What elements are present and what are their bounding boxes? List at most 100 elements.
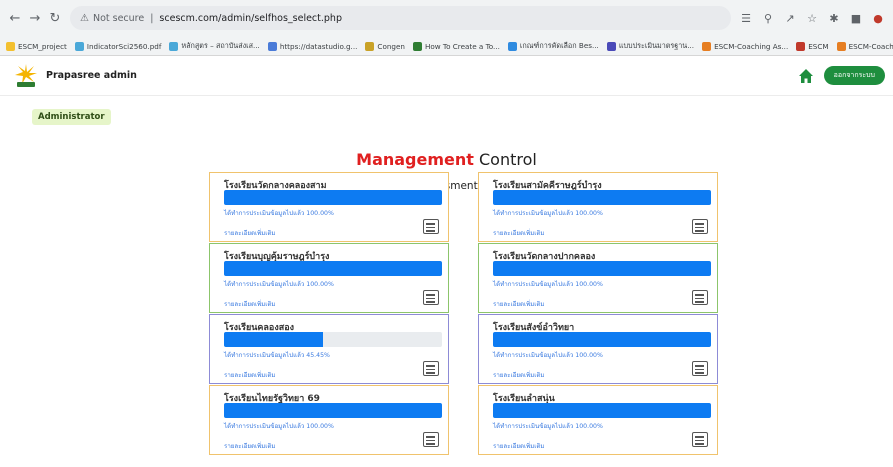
bookmark-item[interactable]: IndicatorSci2560.pdf	[74, 41, 162, 51]
brand-name: Prapasree admin	[46, 70, 137, 81]
page-title-accent: Management	[356, 150, 474, 169]
bookmark-item[interactable]: ESCM	[796, 41, 829, 51]
browser-chrome: ← → ↻ ⚠ Not secure | scescm.com/admin/se…	[0, 0, 893, 56]
bookmark-favicon-icon	[702, 41, 712, 51]
home-icon[interactable]	[798, 68, 814, 84]
address-bar[interactable]: ⚠ Not secure | scescm.com/admin/selfhos_…	[70, 6, 731, 30]
bookmark-item[interactable]: ESCM-Coaching As...	[836, 41, 893, 51]
progress-bar	[224, 190, 442, 205]
progress-status: ได้ทำการประเมินข้อมูลไปแล้ว 100.00%	[224, 281, 334, 288]
bookmark-item[interactable]: How To Create a To...	[412, 41, 500, 51]
school-card: โรงเรียนสังข์อำวิทยา ได้ทำการประเมินข้อมู…	[478, 314, 718, 384]
list-icon[interactable]	[692, 432, 708, 447]
more-details-link[interactable]: รายละเอียดเพิ่มเติม	[224, 299, 276, 309]
more-details-link[interactable]: รายละเอียดเพิ่มเติม	[493, 441, 545, 451]
school-card: โรงเรียนไทยรัฐวิทยา 69 ได้ทำการประเมินข้อ…	[209, 385, 449, 455]
bookmark-item[interactable]: Congen	[365, 41, 405, 51]
bookmark-label: แบบประเมินมาตรฐาน...	[618, 40, 695, 50]
progress-status: ได้ทำการประเมินข้อมูลไปแล้ว 100.00%	[493, 281, 603, 288]
progress-fill	[224, 332, 324, 347]
page-title: Management Control	[0, 150, 893, 169]
reload-icon[interactable]: ↻	[46, 9, 64, 27]
bookmark-label: ESCM	[808, 41, 829, 51]
list-icon[interactable]	[692, 361, 708, 376]
progress-fill	[493, 403, 711, 418]
list-icon[interactable]	[423, 432, 439, 447]
share-icon[interactable]: ↗	[783, 12, 797, 25]
bookmark-favicon-icon	[412, 41, 422, 51]
bookmark-favicon-icon	[796, 41, 806, 51]
not-secure-label: Not secure	[92, 12, 145, 24]
more-details-link[interactable]: รายละเอียดเพิ่มเติม	[493, 299, 545, 309]
bookmark-item[interactable]: ESCM_project	[6, 41, 67, 51]
logout-button[interactable]: ออกจากระบบ	[823, 66, 885, 85]
progress-bar	[493, 261, 711, 276]
bookmark-favicon-icon	[74, 41, 84, 51]
school-card: โรงเรียนสามัคคีราษฎร์บำรุง ได้ทำการประเมิ…	[478, 172, 718, 242]
bookmark-item[interactable]: ESCM-Coaching As...	[702, 41, 788, 51]
bookmark-label: How To Create a To...	[424, 41, 500, 51]
bookmark-favicon-icon	[267, 41, 277, 51]
progress-status: ได้ทำการประเมินข้อมูลไปแล้ว 100.00%	[493, 352, 603, 359]
progress-status: ได้ทำการประเมินข้อมูลไปแล้ว 100.00%	[493, 210, 603, 217]
school-card: โรงเรียนบุญคุ้มราษฎร์บำรุง ได้ทำการประเมิ…	[209, 243, 449, 313]
bookmark-label: ESCM_project	[18, 41, 67, 51]
browser-toolbar: ← → ↻ ⚠ Not secure | scescm.com/admin/se…	[0, 0, 893, 36]
progress-bar	[493, 403, 711, 418]
bookmark-favicon-icon	[365, 41, 375, 51]
forward-icon[interactable]: →	[26, 9, 44, 27]
page-title-rest: Control	[473, 150, 537, 169]
sidepanel-icon[interactable]: ■	[849, 12, 863, 25]
bookmark-label: ESCM-Coaching As...	[848, 41, 893, 51]
progress-status: ได้ทำการประเมินข้อมูลไปแล้ว 100.00%	[224, 210, 334, 217]
school-card: โรงเรียนคลองสอง ได้ทำการประเมินข้อมูลไปแล…	[209, 314, 449, 384]
warning-icon: ⚠	[80, 12, 89, 24]
bookmark-label: Congen	[377, 41, 405, 51]
profile-icon[interactable]: ●	[871, 12, 885, 25]
progress-status: ได้ทำการประเมินข้อมูลไปแล้ว 45.45%	[224, 352, 330, 359]
back-icon[interactable]: ←	[6, 9, 24, 27]
bookmark-favicon-icon	[507, 41, 517, 51]
bookmark-label: เกณฑ์การคัดเลือก Bes...	[519, 40, 599, 50]
school-card: โรงเรียนวัดกลางคลองสาม ได้ทำการประเมินข้อ…	[209, 172, 449, 242]
list-icon[interactable]	[423, 361, 439, 376]
progress-fill	[224, 190, 442, 205]
escm-logo	[14, 62, 38, 90]
bookmark-label: IndicatorSci2560.pdf	[86, 41, 162, 51]
translate-icon[interactable]: ☰	[739, 12, 753, 25]
url-divider: |	[150, 12, 154, 24]
url-text: scescm.com/admin/selfhos_select.php	[159, 12, 342, 24]
list-icon[interactable]	[692, 219, 708, 234]
progress-fill	[493, 261, 711, 276]
school-card: โรงเรียนลำสนุ่น ได้ทำการประเมินข้อมูลไปแล…	[478, 385, 718, 455]
more-details-link[interactable]: รายละเอียดเพิ่มเติม	[493, 370, 545, 380]
bookmark-label: https://datastudio.g...	[279, 41, 358, 51]
more-details-link[interactable]: รายละเอียดเพิ่มเติม	[493, 228, 545, 238]
progress-bar	[493, 332, 711, 347]
bookmark-item[interactable]: แบบประเมินมาตรฐาน...	[606, 40, 695, 52]
progress-fill	[224, 403, 442, 418]
list-icon[interactable]	[423, 290, 439, 305]
progress-fill	[224, 261, 442, 276]
school-card: โรงเรียนวัดกลางปากคลอง ได้ทำการประเมินข้อ…	[478, 243, 718, 313]
browser-actions: ☰ ⚲ ↗ ☆ ✱ ■ ●	[739, 12, 887, 25]
progress-status: ได้ทำการประเมินข้อมูลไปแล้ว 100.00%	[224, 423, 334, 430]
bookmark-item[interactable]: https://datastudio.g...	[267, 41, 358, 51]
more-details-link[interactable]: รายละเอียดเพิ่มเติม	[224, 228, 276, 238]
bookmark-label: หลักสูตร – สถาบันส่งเส...	[181, 40, 260, 50]
progress-status: ได้ทำการประเมินข้อมูลไปแล้ว 100.00%	[493, 423, 603, 430]
bookmark-item[interactable]: หลักสูตร – สถาบันส่งเส...	[169, 40, 260, 52]
zoom-icon[interactable]: ⚲	[761, 12, 775, 25]
list-icon[interactable]	[692, 290, 708, 305]
role-badge: Administrator	[32, 109, 111, 125]
progress-fill	[493, 190, 711, 205]
bookmark-item[interactable]: เกณฑ์การคัดเลือก Bes...	[507, 40, 599, 52]
progress-bar	[224, 332, 442, 347]
star-icon[interactable]: ☆	[805, 12, 819, 25]
list-icon[interactable]	[423, 219, 439, 234]
extensions-icon[interactable]: ✱	[827, 12, 841, 25]
bookmark-favicon-icon	[169, 41, 179, 51]
more-details-link[interactable]: รายละเอียดเพิ่มเติม	[224, 441, 276, 451]
progress-bar	[224, 403, 442, 418]
more-details-link[interactable]: รายละเอียดเพิ่มเติม	[224, 370, 276, 380]
